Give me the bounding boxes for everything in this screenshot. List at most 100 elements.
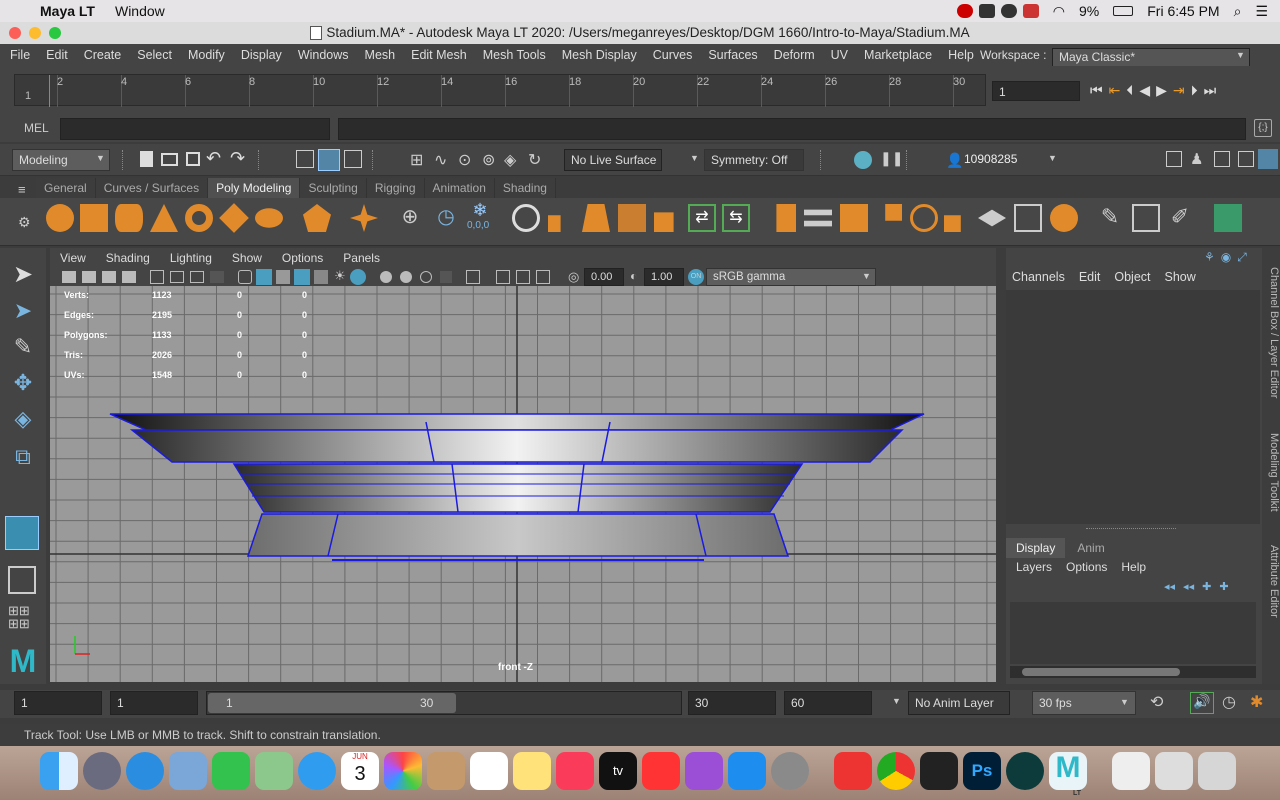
mirror-geometry-icon[interactable]: ⇆ — [722, 204, 750, 232]
snap-to-vertex-icon[interactable]: ↻ — [528, 150, 541, 170]
close-window-button[interactable] — [9, 27, 21, 39]
menu-display[interactable]: Display — [233, 48, 290, 62]
panel-menu-shading[interactable]: Shading — [96, 251, 160, 265]
stadium-mesh[interactable] — [109, 413, 925, 561]
status-icons[interactable] — [956, 4, 1039, 18]
center-pivot-icon[interactable]: ⊕ — [396, 204, 424, 232]
timing-icon[interactable]: ◷ — [1222, 692, 1236, 712]
layer-list[interactable] — [1010, 602, 1256, 664]
photoshop-icon[interactable]: Ps — [963, 752, 1001, 790]
maya-lt-icon[interactable]: M LT — [1049, 752, 1087, 797]
select-hierarchy-icon[interactable] — [296, 150, 314, 168]
menu-edit[interactable]: Edit — [38, 48, 76, 62]
workspace-chevron-icon[interactable]: ▼ — [1236, 50, 1245, 60]
bevel-icon[interactable] — [840, 204, 868, 232]
gitkraken-icon[interactable] — [1006, 752, 1044, 790]
move-layer-up-icon[interactable]: ◂◂ — [1164, 580, 1175, 593]
tab-anim[interactable]: Anim — [1065, 538, 1116, 558]
menu-modify[interactable]: Modify — [180, 48, 233, 62]
panel-menu-panels[interactable]: Panels — [333, 251, 390, 265]
menu-mesh-display[interactable]: Mesh Display — [554, 48, 645, 62]
shelf-tab-animation[interactable]: Animation — [424, 178, 495, 198]
freeze-transforms-icon[interactable]: ◷ — [432, 204, 460, 232]
panel-menu-view[interactable]: View — [50, 251, 96, 265]
move-layer-down-icon[interactable]: ◂◂ — [1183, 580, 1194, 593]
step-back-key-icon[interactable]: ⇤ — [1109, 82, 1121, 99]
time-slider[interactable]: 1 2 4 6 8 10 12 14 16 18 20 22 24 26 28 … — [14, 74, 986, 107]
menu-help[interactable]: Help — [940, 48, 982, 62]
isolate-select-icon[interactable] — [466, 270, 480, 284]
menu-set-chevron-icon[interactable]: ▼ — [96, 153, 105, 163]
flag-icon[interactable] — [1022, 4, 1039, 18]
safari-icon[interactable] — [126, 752, 164, 790]
edit-menu[interactable]: Edit — [1079, 270, 1101, 284]
gamma-field[interactable]: 1.00 — [644, 268, 684, 286]
paint-select-tool-icon[interactable]: ✎ — [8, 334, 38, 364]
undo-icon[interactable]: ↶ — [206, 148, 221, 169]
mirror-icon[interactable]: ⇄ — [688, 204, 716, 232]
append-polygon-icon[interactable] — [885, 204, 902, 221]
spotlight-search-icon[interactable]: ⌕ — [1234, 3, 1242, 20]
paint-select-icon[interactable]: ✐ — [1166, 204, 1194, 232]
uv-editor-icon[interactable] — [1214, 204, 1242, 232]
launchpad-icon[interactable] — [83, 752, 121, 790]
menu-marketplace[interactable]: Marketplace — [856, 48, 940, 62]
notification-center-icon[interactable]: ☰ — [1255, 3, 1268, 20]
downloads-stack-icon[interactable] — [1112, 752, 1150, 790]
shelf-tab-shading[interactable]: Shading — [494, 178, 556, 198]
playback-end-field[interactable]: 30 — [688, 691, 776, 715]
menu-mesh-tools[interactable]: Mesh Tools — [475, 48, 554, 62]
channel-box-icon[interactable] — [1238, 151, 1254, 167]
creative-cloud-icon[interactable] — [956, 4, 973, 18]
menu-windows[interactable]: Windows — [290, 48, 357, 62]
menu-select[interactable]: Select — [129, 48, 180, 62]
make-live-icon[interactable] — [1050, 204, 1078, 232]
running-man-icon[interactable]: ✱ — [1250, 692, 1263, 712]
layer-editor-icon[interactable] — [1258, 149, 1278, 169]
float-panel-icon[interactable]: ⤢ — [1237, 250, 1247, 265]
app-menu[interactable]: Maya LT — [40, 3, 95, 19]
music-icon[interactable] — [556, 752, 594, 790]
animation-end-field[interactable]: 60 — [784, 691, 872, 715]
current-frame-field[interactable]: 1 — [992, 81, 1080, 101]
tool-settings-icon[interactable] — [1214, 151, 1230, 167]
multi-cut-icon[interactable] — [910, 204, 938, 232]
stadium-top-rim[interactable] — [109, 413, 925, 431]
attribute-editor-icon[interactable]: ♟ — [1190, 150, 1203, 168]
pencil-curve-icon[interactable]: ✎ — [1096, 204, 1124, 232]
anim-layer-field[interactable]: No Anim Layer — [908, 691, 1010, 715]
bookmarks-icon[interactable] — [102, 271, 116, 283]
boolean-icon[interactable] — [654, 212, 674, 232]
minimize-window-button[interactable] — [29, 27, 41, 39]
shelf-tab-sculpting[interactable]: Sculpting — [300, 178, 367, 198]
user-chevron-icon[interactable]: ▼ — [1048, 153, 1057, 163]
new-layer-icon[interactable]: ✚ — [1202, 580, 1211, 593]
extract-icon[interactable] — [582, 204, 610, 232]
menu-uv[interactable]: UV — [823, 48, 856, 62]
shelf-menu-icon[interactable]: ≡ — [18, 182, 26, 197]
combine-icon[interactable] — [512, 204, 540, 232]
color-management-icon[interactable]: ON — [688, 269, 704, 285]
shelf-tab-general[interactable]: General — [36, 178, 96, 198]
shelf-settings-gear-icon[interactable]: ⚙ — [18, 214, 31, 231]
menu-file[interactable]: File — [0, 48, 38, 62]
mel-label[interactable]: MEL — [24, 121, 49, 135]
range-slider-handle[interactable] — [208, 693, 456, 713]
new-scene-icon[interactable] — [140, 151, 153, 167]
fps-chevron-icon[interactable]: ▼ — [1120, 697, 1129, 707]
menu-create[interactable]: Create — [76, 48, 130, 62]
panel-menu-show[interactable]: Show — [222, 251, 272, 265]
messages-icon[interactable] — [298, 752, 336, 790]
smooth-icon[interactable] — [618, 204, 646, 232]
poly-cone-icon[interactable] — [150, 204, 178, 232]
play-forward-icon[interactable]: ▶ — [1156, 82, 1167, 99]
bridge-icon[interactable] — [804, 209, 832, 227]
user-account-dropdown[interactable]: 10908285 — [964, 152, 1017, 166]
wireframe-icon[interactable] — [238, 270, 252, 284]
snap-view-plane-icon[interactable]: ⊚ — [482, 150, 495, 170]
menu-curves[interactable]: Curves — [645, 48, 701, 62]
lasso-tool-icon[interactable]: ➤ — [8, 298, 38, 328]
camera-attributes-icon[interactable] — [82, 271, 96, 283]
gamma-icon[interactable]: ◐ — [630, 269, 637, 283]
exposure-icon[interactable]: ◎ — [568, 269, 579, 285]
